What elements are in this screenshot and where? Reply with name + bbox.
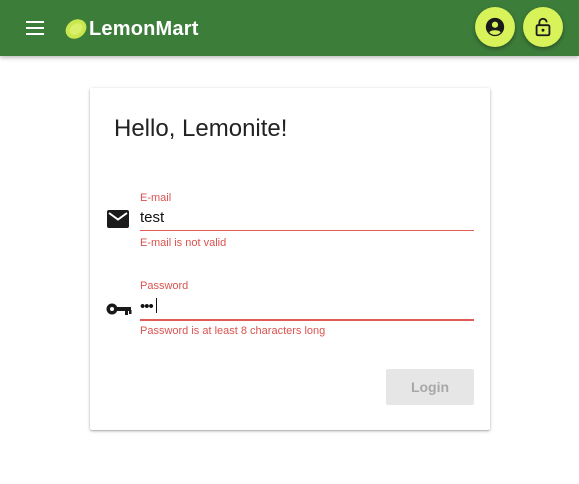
password-field[interactable]: [140, 296, 474, 316]
menu-icon[interactable]: [24, 16, 48, 40]
password-label: Password: [140, 280, 189, 292]
app-title[interactable]: LemonMart: [89, 15, 199, 43]
top-toolbar: LemonMart: [0, 0, 579, 56]
password-underline: [140, 319, 474, 321]
login-button[interactable]: Login: [386, 369, 474, 405]
email-field[interactable]: [140, 207, 474, 227]
profile-button[interactable]: [475, 7, 515, 47]
key-icon: [106, 303, 132, 315]
text-caret: [156, 298, 157, 313]
mail-icon: [107, 210, 129, 228]
lemon-icon: [63, 15, 91, 43]
email-error: E-mail is not valid: [140, 237, 227, 249]
card-title: Hello, Lemonite!: [114, 115, 288, 142]
lock-open-icon: [535, 17, 551, 37]
login-card: Hello, Lemonite! E-mail E-mail is not va…: [90, 88, 490, 430]
account-circle-icon: [485, 17, 505, 37]
lock-button[interactable]: [523, 7, 563, 47]
email-label: E-mail: [140, 192, 172, 204]
password-error: Password is at least 8 characters long: [140, 325, 326, 337]
email-underline: [140, 230, 474, 231]
